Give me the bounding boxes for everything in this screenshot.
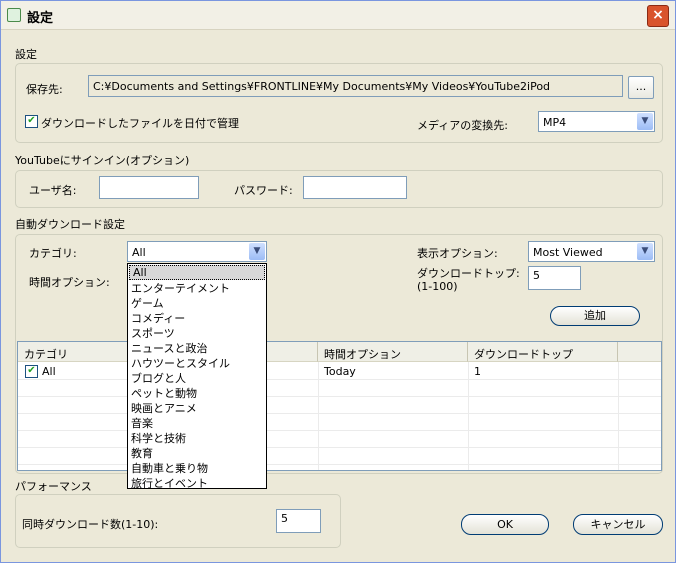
column-header-top[interactable]: ダウンロードトップ bbox=[468, 342, 618, 362]
category-select[interactable]: All ▼ bbox=[127, 241, 267, 262]
row-divider bbox=[18, 430, 661, 431]
date-manage-label: ダウンロードしたファイルを日付で管理 bbox=[41, 117, 239, 130]
media-select[interactable]: MP4 ▼ bbox=[538, 111, 655, 132]
concurrent-label: 同時ダウンロード数(1-10): bbox=[22, 518, 159, 531]
row-time: Today bbox=[324, 365, 356, 378]
dropdown-option[interactable]: 科学と技術 bbox=[128, 431, 266, 446]
download-top-input[interactable]: 5 bbox=[528, 266, 581, 290]
dropdown-option[interactable]: 自動車と乗り物 bbox=[128, 461, 266, 476]
title-bar: 設定 × bbox=[1, 1, 675, 30]
row-divider bbox=[18, 447, 661, 448]
row-divider bbox=[18, 413, 661, 414]
dropdown-option[interactable]: ブログと人 bbox=[128, 371, 266, 386]
media-select-value: MP4 bbox=[543, 116, 567, 129]
display-option-value: Most Viewed bbox=[533, 246, 603, 259]
password-label: パスワード: bbox=[234, 184, 293, 197]
dropdown-option[interactable]: ハウツーとスタイル bbox=[128, 356, 266, 371]
password-input[interactable] bbox=[303, 176, 407, 199]
save-path-field[interactable]: C:¥Documents and Settings¥FRONTLINE¥My D… bbox=[88, 75, 623, 97]
row-checkbox[interactable]: ✔ bbox=[25, 365, 38, 378]
dropdown-option[interactable]: ニュースと政治 bbox=[128, 341, 266, 356]
window-title: 設定 bbox=[27, 11, 54, 26]
cancel-button[interactable]: キャンセル bbox=[573, 514, 663, 535]
app-icon bbox=[7, 8, 21, 22]
row-divider bbox=[18, 379, 661, 380]
category-label: カテゴリ: bbox=[29, 247, 77, 260]
dropdown-option[interactable]: 旅行とイベント bbox=[128, 476, 266, 491]
display-option-label: 表示オプション: bbox=[417, 247, 498, 260]
ok-button[interactable]: OK bbox=[461, 514, 549, 535]
row-top: 1 bbox=[474, 365, 481, 378]
time-option-label: 時間オプション: bbox=[29, 276, 110, 289]
chevron-down-icon: ▼ bbox=[637, 113, 653, 130]
save-location-label: 保存先: bbox=[26, 83, 63, 96]
performance-group-label: パフォーマンス bbox=[15, 480, 92, 493]
dropdown-option[interactable]: ペットと動物 bbox=[128, 386, 266, 401]
dropdown-option[interactable]: ゲーム bbox=[128, 296, 266, 311]
username-label: ユーザ名: bbox=[29, 184, 77, 197]
chevron-down-icon: ▼ bbox=[637, 243, 653, 260]
browse-button[interactable]: ... bbox=[628, 76, 654, 99]
settings-group-label: 設定 bbox=[15, 48, 37, 61]
download-top-range: (1-100) bbox=[417, 280, 458, 293]
signin-group-label: YouTubeにサインイン(オプション) bbox=[15, 154, 190, 167]
category-select-value: All bbox=[132, 246, 146, 259]
display-option-select[interactable]: Most Viewed ▼ bbox=[528, 241, 655, 262]
dropdown-option[interactable]: 映画とアニメ bbox=[128, 401, 266, 416]
table-row[interactable]: ✔ All Today 1 bbox=[18, 362, 661, 379]
download-table: カテゴリ 時間オプション ダウンロードトップ ✔ All Today 1 bbox=[17, 341, 662, 471]
chevron-down-icon: ▼ bbox=[249, 243, 265, 260]
column-header-empty bbox=[618, 342, 661, 362]
add-button[interactable]: 追加 bbox=[550, 306, 640, 326]
date-manage-checkbox[interactable]: ✔ bbox=[25, 115, 38, 128]
username-input[interactable] bbox=[99, 176, 199, 199]
concurrent-input[interactable]: 5 bbox=[276, 509, 321, 533]
column-header-time[interactable]: 時間オプション bbox=[318, 342, 468, 362]
dropdown-option[interactable]: エンターテイメント bbox=[128, 281, 266, 296]
dropdown-option-all[interactable]: All bbox=[129, 265, 265, 280]
media-convert-label: メディアの変換先: bbox=[417, 119, 508, 132]
row-divider bbox=[18, 464, 661, 465]
dropdown-option[interactable]: 音楽 bbox=[128, 416, 266, 431]
dropdown-option[interactable]: スポーツ bbox=[128, 326, 266, 341]
category-dropdown-list: All エンターテイメント ゲーム コメディー スポーツ ニュースと政治 ハウツ… bbox=[127, 263, 267, 491]
dropdown-option[interactable]: コメディー bbox=[128, 311, 266, 326]
close-button[interactable]: × bbox=[647, 5, 669, 27]
download-top-label: ダウンロードトップ: bbox=[417, 267, 520, 280]
settings-window: 設定 × 設定 保存先: C:¥Documents and Settings¥F… bbox=[0, 0, 676, 563]
dropdown-option[interactable]: 教育 bbox=[128, 446, 266, 461]
auto-download-group-label: 自動ダウンロード設定 bbox=[15, 218, 125, 231]
row-category: All bbox=[42, 365, 56, 378]
row-divider bbox=[18, 396, 661, 397]
